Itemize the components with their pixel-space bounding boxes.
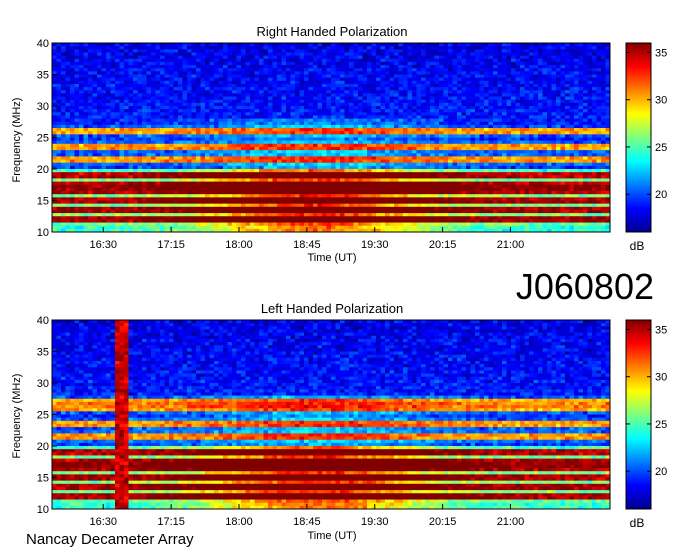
left-polarization-panel: Left Handed Polarization 10152025303540 … xyxy=(11,301,667,542)
colorbar-tick-label: 35 xyxy=(655,47,667,59)
y-axis-label-left: Frequency (MHz) xyxy=(11,374,23,459)
colorbar-tick-label: 30 xyxy=(655,372,667,384)
x-tick-label: 21:00 xyxy=(497,239,525,251)
colorbar-tick-label: 20 xyxy=(655,466,667,478)
colorbar-tick-label: 25 xyxy=(655,142,667,154)
x-axis-label-left: Time (UT) xyxy=(307,530,356,542)
y-tick-label: 40 xyxy=(37,315,49,327)
x-tick-label: 17:15 xyxy=(157,516,185,528)
colorbar-left xyxy=(625,319,652,510)
colorbar-tick-label: 30 xyxy=(655,95,667,107)
x-axis-label-right: Time (UT) xyxy=(307,252,356,264)
y-tick-label: 30 xyxy=(37,101,49,113)
y-tick-label: 15 xyxy=(37,196,49,208)
colorbar-tick-label: 25 xyxy=(655,419,667,431)
colorbar-tick-label: 35 xyxy=(655,324,667,336)
y-tick-label: 10 xyxy=(37,504,49,516)
x-tick-label: 19:30 xyxy=(361,239,389,251)
y-tick-label: 40 xyxy=(37,38,49,50)
chart-title-right: Right Handed Polarization xyxy=(256,24,407,39)
y-tick-label: 35 xyxy=(37,70,49,82)
y-tick-label: 25 xyxy=(37,410,49,422)
y-tick-label: 10 xyxy=(37,227,49,239)
event-id-label: J060802 xyxy=(516,266,654,307)
colorbar-unit-right: dB xyxy=(630,239,645,253)
x-tick-label: 19:30 xyxy=(361,516,389,528)
x-tick-label: 16:30 xyxy=(90,516,118,528)
x-tick-label: 18:45 xyxy=(293,516,321,528)
instrument-footer: Nancay Decameter Array xyxy=(26,531,194,548)
y-axis-label-right: Frequency (MHz) xyxy=(11,98,23,183)
y-tick-label: 20 xyxy=(37,441,49,453)
x-tick-label: 17:15 xyxy=(157,239,185,251)
colorbar-unit-left: dB xyxy=(630,516,645,530)
chart-title-left: Left Handed Polarization xyxy=(261,301,403,316)
x-tick-label: 18:00 xyxy=(225,239,253,251)
y-tick-label: 25 xyxy=(37,133,49,145)
y-tick-label: 15 xyxy=(37,473,49,485)
dynamic-spectrum-figure: Right Handed Polarization 10 15 20 25 30 35 40… xyxy=(11,24,667,548)
x-tick-label: 21:00 xyxy=(497,516,525,528)
colorbar-tick-label: 20 xyxy=(655,189,667,201)
x-tick-label: 20:15 xyxy=(429,516,457,528)
spectrogram-right xyxy=(52,43,611,233)
right-polarization-panel: Right Handed Polarization 10 15 20 25 30 35 40… xyxy=(11,24,667,264)
colorbar-right xyxy=(625,42,652,233)
spectrogram-left xyxy=(52,320,611,510)
y-tick-label: 20 xyxy=(37,164,49,176)
x-tick-label: 18:00 xyxy=(225,516,253,528)
y-tick-label: 30 xyxy=(37,378,49,390)
x-tick-label: 16:30 xyxy=(90,239,118,251)
x-tick-label: 18:45 xyxy=(293,239,321,251)
y-tick-label: 35 xyxy=(37,347,49,359)
x-tick-label: 20:15 xyxy=(429,239,457,251)
